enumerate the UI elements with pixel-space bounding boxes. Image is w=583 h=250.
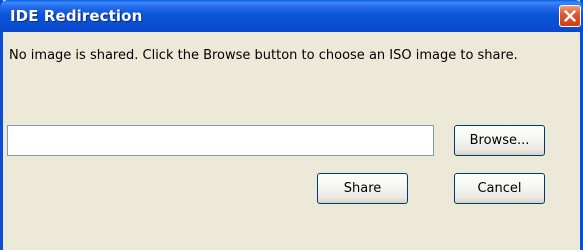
dialog-title: IDE Redirection [10,7,143,25]
browse-button[interactable]: Browse... [454,125,545,156]
title-bar[interactable]: IDE Redirection [0,0,583,32]
status-message: No image is shared. Click the Browse but… [9,48,518,63]
share-button[interactable]: Share [317,173,408,204]
close-icon [564,10,576,22]
ide-redirection-dialog: IDE Redirection No image is shared. Clic… [0,0,583,250]
image-path-input[interactable] [7,125,434,156]
close-button[interactable] [559,5,581,27]
cancel-button[interactable]: Cancel [454,173,545,204]
